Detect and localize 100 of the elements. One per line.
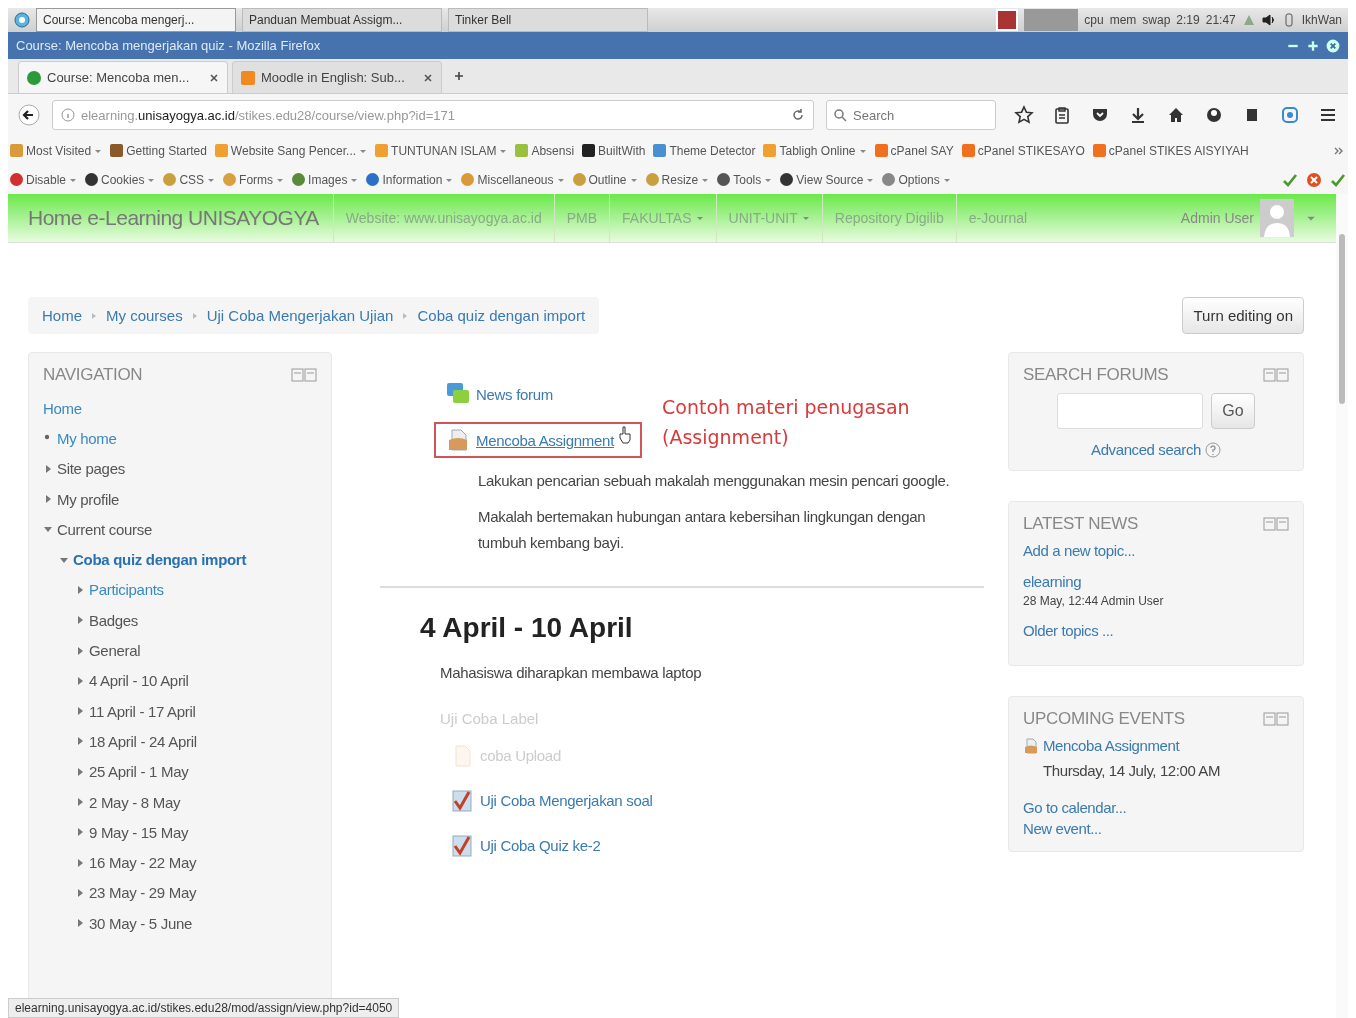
go-button[interactable]: Go [1211,393,1255,429]
turn-editing-on-button[interactable]: Turn editing on [1182,297,1304,334]
url-field[interactable]: elearning.unisayogya.ac.id/stikes.edu28/course/view.php?id=171 [52,100,814,131]
expand-arrow-icon[interactable] [75,675,85,686]
bookmark-item[interactable]: Getting Started [110,143,207,158]
toolbar-menu[interactable]: Cookies [85,172,156,187]
activity-link[interactable]: Uji Coba Mengerjakan soal [480,792,653,809]
activity-link[interactable]: News forum [476,385,554,403]
navigation-item[interactable]: My home [57,429,117,447]
expand-arrow-icon[interactable] [75,766,85,777]
expand-arrow-icon[interactable] [75,706,85,717]
star-icon[interactable] [1014,105,1034,126]
toolbar-menu[interactable]: Options [882,172,951,187]
taskbar-task[interactable]: Tinker Bell [448,8,648,32]
navigation-item[interactable]: 2 May - 8 May [89,793,181,811]
activity-link[interactable]: Mencoba Assignment [476,431,615,449]
navigation-item[interactable]: 9 May - 15 May [89,823,189,841]
expand-arrow-icon[interactable] [43,463,53,474]
navigation-item[interactable]: 23 May - 29 May [89,884,197,902]
toolbar-menu[interactable]: Images [292,172,359,187]
info-icon[interactable] [61,108,75,123]
addon-icon[interactable] [1280,105,1300,126]
calendar-link[interactable]: Go to calendar... [1023,799,1289,816]
bookmark-item[interactable]: cPanel STIKES AISYIYAH [1092,143,1249,158]
navigation-item[interactable]: Current course [57,520,152,538]
news-post-link[interactable]: elearning [1023,573,1289,590]
expand-arrow-icon[interactable] [75,797,85,807]
navigation-item[interactable]: 4 April - 10 April [89,672,189,690]
caret-icon[interactable] [801,214,810,222]
event-link[interactable]: Mencoba Assignment [1043,737,1180,754]
browser-tab[interactable]: Moodle in English: Sub... [232,61,442,93]
taskbar-task[interactable]: Panduan Membuat Assigm... [242,8,442,32]
user-name[interactable]: IkhWan [1301,13,1342,27]
breadcrumb-link[interactable]: Coba quiz dengan import [417,307,586,324]
add-topic-link[interactable]: Add a new topic... [1023,542,1289,559]
bookmark-item[interactable]: Theme Detector [653,143,756,158]
navigation-item[interactable]: Participants [89,581,164,599]
toolbar-icon [461,173,475,187]
close-icon[interactable] [1326,38,1340,53]
navigation-item[interactable]: 25 April - 1 May [89,763,189,781]
maximize-icon[interactable] [1306,38,1320,53]
toolbar-menu[interactable]: Information [366,172,454,187]
bookmark-item[interactable]: BuiltWith [582,143,646,158]
bookmark-item[interactable]: Absensi [515,143,575,158]
breadcrumb-link[interactable]: Home [42,307,82,324]
toolbar-menu[interactable]: Tools [717,172,773,187]
navigation-item[interactable]: General [89,642,141,659]
breadcrumb-link[interactable]: Uji Coba Mengerjakan Ujian [206,307,394,324]
navigation-item[interactable]: My profile [57,490,120,508]
bookmark-item[interactable]: TUNTUNAN ISLAM [375,143,508,158]
taskbar-task[interactable]: Course: Mencoba mengerj... [36,8,236,32]
navigation-item[interactable]: Coba quiz dengan import [73,551,247,569]
help-icon[interactable] [1204,441,1221,458]
toolbar-menu[interactable]: Outline [572,172,638,187]
toolbar-menu[interactable]: Forms [223,172,285,187]
scrollbar[interactable] [1336,194,1348,1018]
menu-logo-icon[interactable] [14,12,30,28]
bookmark-item[interactable]: Tabligh Online [763,143,867,158]
navigation-item[interactable]: 18 April - 24 April [89,732,197,750]
bookmark-item[interactable]: cPanel SAY [874,143,954,158]
expand-arrow-icon[interactable] [75,887,85,898]
search-field[interactable]: Search [826,100,996,131]
calendar-link[interactable]: New event... [1023,820,1289,837]
expand-arrow-icon[interactable] [75,736,85,747]
close-icon[interactable] [423,72,433,83]
navigation-item[interactable]: Badges [89,611,139,629]
close-icon[interactable] [209,72,219,83]
expand-arrow-icon[interactable] [75,827,85,838]
toolbar-menu[interactable]: View Source [780,172,875,187]
forum-search-field[interactable] [1057,393,1204,429]
reload-icon[interactable] [791,108,805,123]
toolbar-menu[interactable]: Miscellaneous [461,172,565,187]
activity-link[interactable]: Uji Coba Quiz ke-2 [480,837,601,854]
toolbar-menu[interactable]: CSS [163,172,216,187]
bookmark-item[interactable]: cPanel STIKESAYO [961,143,1085,158]
older-topics-link[interactable]: Older topics ... [1023,622,1289,639]
navigation-item[interactable]: Home [43,399,82,417]
volume-icon[interactable] [1261,13,1276,27]
expand-arrow-icon[interactable] [75,584,85,595]
expand-arrow-icon[interactable] [75,918,85,929]
browser-tab[interactable]: Course: Mencoba men... [18,61,228,93]
clipboard-icon[interactable] [1052,105,1072,126]
breadcrumb-link[interactable]: My courses [106,307,183,324]
back-icon[interactable] [18,104,40,127]
navigation-item[interactable]: Site pages [57,460,125,478]
navigation-item[interactable]: 11 April - 17 April [89,702,196,720]
expand-arrow-icon[interactable] [75,857,85,868]
status-bar-url: elearning.unisayogya.ac.id/stikes.edu28/mod/assign/view.php?id=4050 [8,998,400,1018]
advanced-search-link[interactable]: Advanced search [1091,441,1201,458]
toolbar-menu[interactable]: Disable [10,172,78,187]
tray-app-icon[interactable] [996,9,1019,31]
navigation-item[interactable]: 16 May - 22 May [89,854,197,872]
caret-icon[interactable] [695,214,704,222]
bookmark-item[interactable]: Website Sang Pencer... [214,143,368,158]
expand-arrow-icon[interactable] [75,645,85,656]
navigation-item[interactable]: 30 May - 5 June [89,914,193,932]
bookmark-item[interactable]: Most Visited [10,143,103,158]
expand-arrow-icon[interactable] [43,494,53,505]
expand-arrow-icon[interactable] [75,615,85,626]
toolbar-menu[interactable]: Resize [645,172,710,187]
